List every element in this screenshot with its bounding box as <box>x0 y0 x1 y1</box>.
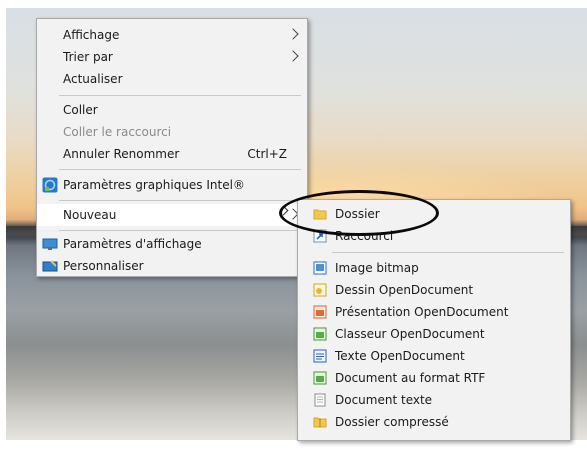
menu-item-shortcut: Ctrl+Z <box>247 147 287 161</box>
menu-item-affichage[interactable]: Affichage <box>37 24 307 46</box>
menu-separator <box>59 169 301 170</box>
menu-item-label: Personnaliser <box>63 259 144 273</box>
rtf-document-icon <box>313 371 327 385</box>
menu-item-label: Coller le raccourci <box>63 125 172 139</box>
submenu-item-label: Dessin OpenDocument <box>335 283 474 297</box>
submenu-item-label: Présentation OpenDocument <box>335 305 509 319</box>
menu-item-personnaliser[interactable]: Personnaliser <box>37 255 307 277</box>
menu-item-label: Trier par <box>63 50 113 64</box>
menu-item-label: Coller <box>63 103 98 117</box>
submenu-item-label: Dossier compressé <box>335 415 449 429</box>
desktop-context-menu: Affichage Trier par Actualiser Coller Co… <box>36 18 308 277</box>
menu-item-nouveau[interactable]: Nouveau <box>37 204 307 226</box>
submenu-item-rtf[interactable]: Document au format RTF <box>298 367 570 389</box>
submenu-item-dessin-od[interactable]: Dessin OpenDocument <box>298 279 570 301</box>
od-text-icon <box>313 349 327 363</box>
new-submenu: Dossier Raccourci Image bitmap Dessin Op… <box>297 199 571 441</box>
submenu-item-label: Image bitmap <box>335 261 419 275</box>
submenu-item-dossier-compresse[interactable]: Dossier compressé <box>298 411 570 433</box>
menu-item-label: Paramètres graphiques Intel® <box>63 178 245 192</box>
submenu-item-presentation-od[interactable]: Présentation OpenDocument <box>298 301 570 323</box>
text-document-icon <box>314 393 326 407</box>
menu-item-actualiser[interactable]: Actualiser <box>37 68 307 90</box>
menu-separator <box>59 95 301 96</box>
od-presentation-icon <box>313 305 327 319</box>
menu-item-label: Paramètres d'affichage <box>63 237 202 251</box>
submenu-item-document-texte[interactable]: Document texte <box>298 389 570 411</box>
menu-item-coller[interactable]: Coller <box>37 99 307 121</box>
menu-separator <box>59 200 301 201</box>
menu-item-label: Actualiser <box>63 72 123 86</box>
submenu-item-label: Document texte <box>335 393 433 407</box>
menu-item-label: Affichage <box>63 28 120 42</box>
menu-item-label: Nouveau <box>63 208 117 222</box>
menu-item-trier-par[interactable]: Trier par <box>37 46 307 68</box>
od-drawing-icon <box>313 283 327 297</box>
display-settings-icon <box>42 238 58 250</box>
zip-folder-icon <box>313 417 327 428</box>
menu-item-annuler-renommer[interactable]: Annuler Renommer Ctrl+Z <box>37 143 307 165</box>
menu-item-coller-raccourci[interactable]: Coller le raccourci <box>37 121 307 143</box>
chevron-right-icon <box>287 50 299 62</box>
submenu-item-classeur-od[interactable]: Classeur OpenDocument <box>298 323 570 345</box>
menu-item-label: Annuler Renommer <box>63 147 180 161</box>
bitmap-icon <box>313 261 327 275</box>
intel-graphics-icon <box>42 177 58 193</box>
menu-item-intel-graphics[interactable]: Paramètres graphiques Intel® <box>37 174 307 196</box>
chevron-right-icon <box>287 28 299 40</box>
submenu-item-texte-od[interactable]: Texte OpenDocument <box>298 345 570 367</box>
od-spreadsheet-icon <box>313 327 327 341</box>
menu-separator <box>332 252 564 253</box>
menu-item-parametres-affichage[interactable]: Paramètres d'affichage <box>37 233 307 255</box>
personalize-icon <box>42 260 58 272</box>
submenu-item-image-bitmap[interactable]: Image bitmap <box>298 257 570 279</box>
annotation-ellipse <box>279 190 439 236</box>
submenu-item-label: Classeur OpenDocument <box>335 327 485 341</box>
submenu-item-label: Document au format RTF <box>335 371 486 385</box>
menu-separator <box>59 230 301 231</box>
submenu-item-label: Texte OpenDocument <box>335 349 465 363</box>
